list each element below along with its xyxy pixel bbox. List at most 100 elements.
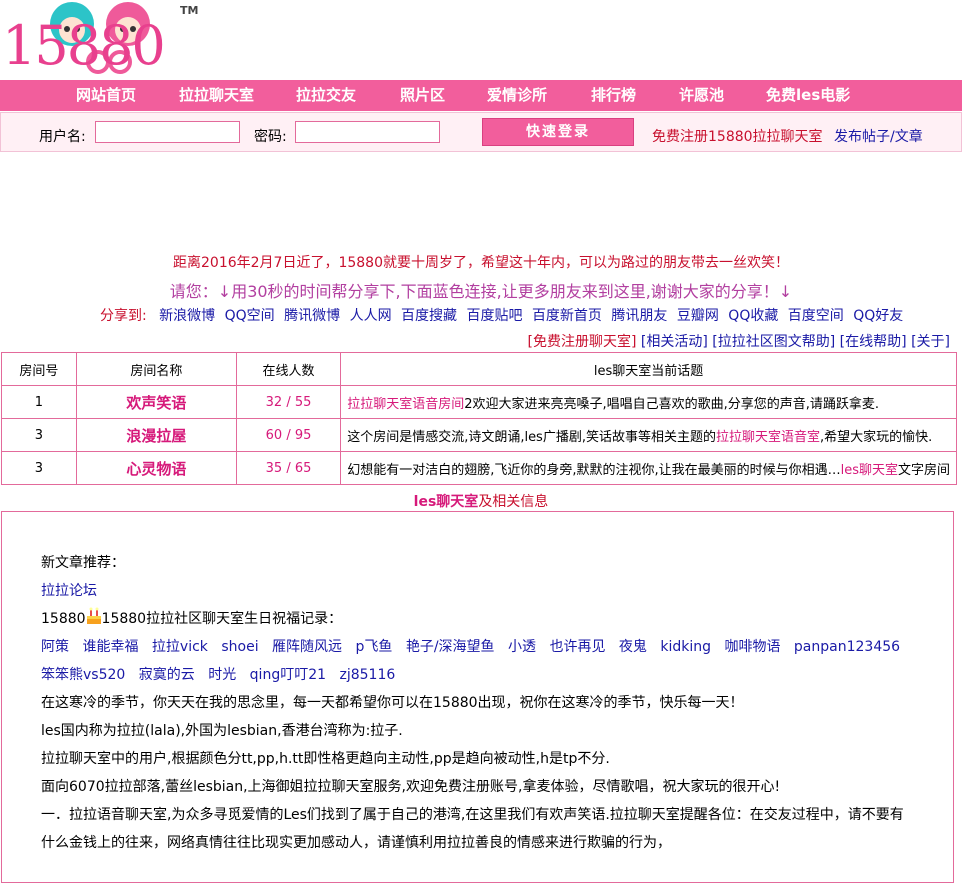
friend-link[interactable]: kidking bbox=[660, 639, 711, 655]
register-link[interactable]: 免费注册15880拉拉聊天室 bbox=[652, 126, 823, 146]
link-online-help[interactable]: [在线帮助] bbox=[840, 334, 907, 350]
paragraph: 拉拉聊天室中的用户,根据颜色分tt,pp,h.tt即性格更趋向主动性,pp是趋向… bbox=[41, 751, 610, 767]
nav-photos[interactable]: 照片区 bbox=[400, 84, 445, 105]
room-topic: 幻想能有一对洁白的翅膀,飞近你的身旁,默默的注视你,让我在最美丽的时候与你相遇…… bbox=[340, 451, 957, 485]
topic-text: 幻想能有一对洁白的翅膀,飞近你的身旁,默默的注视你,让我在最美丽的时候与你相遇… bbox=[347, 462, 841, 478]
friend-link[interactable]: 咖啡物语 bbox=[724, 639, 780, 655]
paragraph: les国内称为拉拉(lala),外国为lesbian,香港台湾称为:拉子. bbox=[41, 723, 403, 739]
room-number: 3 bbox=[1, 451, 77, 485]
share-baidu-space[interactable]: 百度空间 bbox=[788, 308, 844, 324]
login-bar: 用户名: 密码: 快速登录 免费注册15880拉拉聊天室 发布帖子/文章 bbox=[0, 112, 962, 152]
username-input[interactable] bbox=[95, 121, 240, 143]
friend-link[interactable]: 艳子/深海望鱼 bbox=[406, 639, 495, 655]
friend-link[interactable]: shoei bbox=[221, 639, 258, 655]
room-number: 1 bbox=[1, 385, 77, 419]
logo-text: 15880 bbox=[2, 14, 166, 77]
password-label: 密码: bbox=[254, 129, 287, 145]
share-renren[interactable]: 人人网 bbox=[350, 308, 392, 324]
main-nav: 网站首页 拉拉聊天室 拉拉交友 照片区 爱情诊所 排行榜 许愿池 免费les电影 bbox=[0, 80, 962, 111]
cake-icon bbox=[86, 607, 101, 624]
table-row: 3 心灵物语 35 / 65 幻想能有一对洁白的翅膀,飞近你的身旁,默默的注视你… bbox=[1, 451, 957, 485]
nav-love-clinic[interactable]: 爱情诊所 bbox=[487, 84, 547, 105]
paragraph: 在这寒冷的季节，你天天在我的思念里，每一天都希望你可以在15880出现，祝你在这… bbox=[41, 695, 744, 711]
topic-highlight[interactable]: les聊天室 bbox=[841, 463, 898, 478]
nav-free-movies[interactable]: 免费les电影 bbox=[766, 84, 850, 105]
link-about[interactable]: [关于] bbox=[911, 334, 950, 350]
anniversary-notice: 距离2016年2月7日近了，15880就要十周岁了，希望这十年内，可以为路过的朋… bbox=[173, 255, 789, 271]
friend-link[interactable]: zj85116 bbox=[339, 667, 395, 683]
table-row: 1 欢声笑语 32 / 55 拉拉聊天室语音房间2欢迎大家进来亮亮嗓子,唱唱自己… bbox=[1, 385, 957, 419]
birthday-prefix: 15880 bbox=[41, 611, 86, 627]
friend-link[interactable]: p飞鱼 bbox=[356, 639, 393, 655]
friend-link[interactable]: 笨笨熊vs520 bbox=[41, 667, 125, 683]
friend-link[interactable]: 也许再见 bbox=[549, 639, 605, 655]
share-qq-friends[interactable]: QQ好友 bbox=[853, 308, 903, 324]
friend-link[interactable]: 雁阵随风远 bbox=[272, 639, 342, 655]
quick-login-button[interactable]: 快速登录 bbox=[482, 118, 634, 146]
password-input[interactable] bbox=[295, 121, 440, 143]
link-activities[interactable]: [相关活动] bbox=[641, 334, 708, 350]
paragraph: 一．拉拉语音聊天室,为众多寻觅爱情的Les们找到了属于自己的港湾,在这里我们有欢… bbox=[41, 807, 904, 851]
room-name-link[interactable]: 心灵物语 bbox=[75, 451, 237, 485]
room-name-link[interactable]: 欢声笑语 bbox=[75, 385, 237, 419]
link-free-register[interactable]: [免费注册聊天室] bbox=[528, 334, 637, 350]
rooms-table: 房间号 房间名称 在线人数 les聊天室当前话题 1 欢声笑语 32 / 55 … bbox=[1, 352, 957, 485]
topic-text: ,希望大家玩的愉快. bbox=[819, 429, 933, 445]
friend-link[interactable]: 小透 bbox=[508, 639, 536, 655]
birthday-line: 15880 15880拉拉社区聊天室生日祝福记录： bbox=[41, 605, 911, 633]
header-current-topic: les聊天室当前话题 bbox=[340, 352, 957, 386]
share-qq-favorites[interactable]: QQ收藏 bbox=[728, 308, 778, 324]
les-info-heading: les聊天室及相关信息 bbox=[0, 491, 962, 511]
share-tencent-weibo[interactable]: 腾讯微博 bbox=[284, 308, 340, 324]
room-online-count: 60 / 95 bbox=[235, 418, 342, 452]
friend-link[interactable]: 谁能幸福 bbox=[82, 639, 138, 655]
help-links: [免费注册聊天室] [相关活动] [拉拉社区图文帮助] [在线帮助] [关于] bbox=[528, 331, 951, 351]
friend-link[interactable]: panpan123456 bbox=[794, 639, 900, 655]
paragraph: 面向6070拉拉部落,蕾丝lesbian,上海御姐拉拉聊天室服务,欢迎免费注册账… bbox=[41, 779, 781, 795]
friend-link[interactable]: 夜鬼 bbox=[619, 639, 647, 655]
les-info-highlight[interactable]: les聊天室 bbox=[414, 494, 479, 510]
room-number: 3 bbox=[1, 418, 77, 452]
share-baidu-home[interactable]: 百度新首页 bbox=[532, 308, 602, 324]
nav-home[interactable]: 网站首页 bbox=[76, 84, 136, 105]
new-articles-label: 新文章推荐： bbox=[41, 555, 125, 571]
friend-link[interactable]: 时光 bbox=[208, 667, 236, 683]
friend-link[interactable]: 阿策 bbox=[41, 639, 69, 655]
share-qzone[interactable]: QQ空间 bbox=[225, 308, 275, 324]
room-topic: 拉拉聊天室语音房间2欢迎大家进来亮亮嗓子,唱唱自己喜欢的歌曲,分享您的声音,请踊… bbox=[340, 385, 957, 419]
table-row: 3 浪漫拉屋 60 / 95 这个房间是情感交流,诗文朗诵,les广播剧,笑话故… bbox=[1, 418, 957, 452]
les-info-rest: 及相关信息 bbox=[478, 494, 549, 510]
nav-ranking[interactable]: 排行榜 bbox=[591, 84, 636, 105]
room-topic: 这个房间是情感交流,诗文朗诵,les广播剧,笑话故事等相关主题的拉拉聊天室语音室… bbox=[340, 418, 957, 452]
nav-dating[interactable]: 拉拉交友 bbox=[296, 84, 356, 105]
friend-link[interactable]: qing叮叮21 bbox=[250, 667, 326, 683]
share-baidu-tieba[interactable]: 百度贴吧 bbox=[466, 308, 522, 324]
article-content: 新文章推荐： 拉拉论坛 15880 15880拉拉社区聊天室生日祝福记录： 阿策 … bbox=[41, 549, 911, 857]
share-request-notice: 请您：↓用30秒的时间帮分享下,下面蓝色连接,让更多朋友来到这里,谢谢大家的分享… bbox=[169, 282, 793, 301]
room-online-count: 35 / 65 bbox=[235, 451, 342, 485]
birthday-text: 15880拉拉社区聊天室生日祝福记录： bbox=[101, 611, 343, 627]
share-douban[interactable]: 豆瓣网 bbox=[677, 308, 719, 324]
table-header-row: 房间号 房间名称 在线人数 les聊天室当前话题 bbox=[1, 352, 957, 386]
friend-link[interactable]: 寂寞的云 bbox=[139, 667, 195, 683]
share-sina-weibo[interactable]: 新浪微博 bbox=[159, 308, 215, 324]
site-logo[interactable]: 15880 TM bbox=[0, 0, 200, 78]
link-community-help[interactable]: [拉拉社区图文帮助] bbox=[712, 334, 835, 350]
nav-chatroom[interactable]: 拉拉聊天室 bbox=[179, 84, 254, 105]
room-online-count: 32 / 55 bbox=[235, 385, 342, 419]
nav-wishing-pool[interactable]: 许愿池 bbox=[679, 84, 724, 105]
friend-link[interactable]: 拉拉vick bbox=[152, 639, 208, 655]
username-label: 用户名: bbox=[39, 129, 86, 145]
topic-highlight[interactable]: 拉拉聊天室语音房间 bbox=[347, 397, 464, 412]
share-baidu-cang[interactable]: 百度搜藏 bbox=[401, 308, 457, 324]
topic-text: 文字房间 bbox=[897, 462, 950, 478]
trademark-mark: TM bbox=[180, 4, 199, 17]
forum-link[interactable]: 拉拉论坛 bbox=[41, 583, 97, 599]
room-name-link[interactable]: 浪漫拉屋 bbox=[75, 418, 237, 452]
share-tencent-friends[interactable]: 腾讯朋友 bbox=[611, 308, 667, 324]
header-room-name: 房间名称 bbox=[75, 352, 237, 386]
topic-text: 这个房间是情感交流,诗文朗诵,les广播剧,笑话故事等相关主题的 bbox=[347, 429, 716, 445]
topic-highlight[interactable]: 拉拉聊天室语音室 bbox=[716, 430, 820, 445]
post-article-link[interactable]: 发布帖子/文章 bbox=[834, 126, 923, 146]
friend-list: 阿策 谁能幸福 拉拉vick shoei 雁阵随风远 p飞鱼 艳子/深海望鱼 小… bbox=[41, 633, 911, 689]
